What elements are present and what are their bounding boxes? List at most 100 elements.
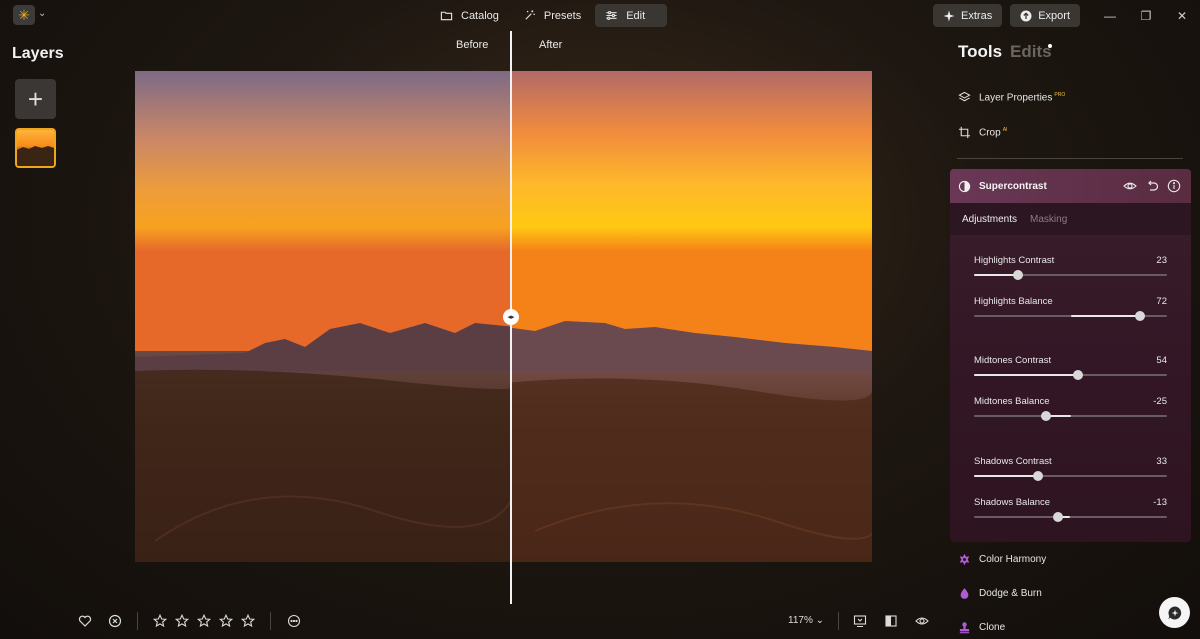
tab-presets[interactable]: Presets [513,4,591,27]
tools-divider [957,158,1183,159]
reject-circle-icon [108,614,122,628]
layers-title: Layers [12,45,64,62]
rating-star-5[interactable] [240,613,256,629]
info-icon[interactable] [1167,179,1181,193]
slider-highlights-contrast[interactable]: Highlights Contrast 23 [974,255,1167,281]
eye-icon[interactable] [1123,179,1137,193]
rating-star-1[interactable] [152,613,168,629]
pro-badge: PRO [1054,91,1066,98]
after-label: After [539,39,563,51]
undo-icon[interactable] [1145,179,1159,193]
slider-label: Highlights Contrast [974,255,1055,266]
app-logo-button[interactable]: ✳ [13,5,35,25]
tab-catalog-label: Catalog [461,9,499,22]
maximize-button[interactable]: ❐ [1128,4,1164,27]
tab-tools[interactable]: Tools [958,42,1002,62]
subtab-adjustments[interactable]: Adjustments [962,214,1017,225]
slider-knob[interactable] [1052,512,1063,522]
sun-logo-icon: ✳ [18,6,30,23]
crop-icon [958,126,971,139]
slider-knob[interactable] [1041,411,1052,421]
chevron-down-icon[interactable]: ⌄ [38,8,46,19]
heart-icon [78,615,92,627]
export-label: Export [1038,9,1070,22]
eye-icon [915,617,929,625]
chat-sparkle-icon [1167,605,1181,619]
close-button[interactable]: ✕ [1164,4,1200,27]
slider-shadows-balance[interactable]: Shadows Balance -13 [974,497,1167,523]
compare-button[interactable] [883,613,899,629]
slider-value: 23 [1156,255,1167,266]
slider-midtones-contrast[interactable]: Midtones Contrast 54 [974,355,1167,381]
tool-clone[interactable]: Clone [958,621,1005,634]
before-label: Before [456,39,489,51]
slider-fill [974,374,1079,376]
slider-shadows-contrast[interactable]: Shadows Contrast 33 [974,456,1167,482]
zoom-value: 117% [788,615,813,626]
slider-value: 54 [1156,355,1167,366]
color-harmony-icon [959,553,970,566]
layer-thumbnail[interactable] [15,128,56,168]
star-icon [219,614,233,628]
supercontrast-subtabs: Adjustments Masking [950,203,1191,235]
rating-star-4[interactable] [218,613,234,629]
slider-value: 33 [1156,456,1167,467]
top-bar: ✳ ⌄ Catalog Presets Edit Extras Export —… [0,0,1200,31]
tool-layer-properties[interactable]: Layer Properties PRO [958,91,1065,104]
separator [838,612,839,630]
edits-indicator-dot [1048,44,1052,48]
slider-highlights-balance[interactable]: Highlights Balance 72 [974,296,1167,322]
export-button[interactable]: Export [1010,4,1080,27]
mode-tabs: Catalog Presets Edit [430,4,668,27]
tool-color-harmony-label: Color Harmony [979,554,1047,565]
slider-knob[interactable] [1013,270,1024,280]
preview-button[interactable] [914,613,930,629]
slider-label: Midtones Contrast [974,355,1052,366]
layer-thumbnail-image [17,146,54,166]
star-icon [153,614,167,628]
chat-assistant-button[interactable] [1159,597,1190,628]
slider-knob[interactable] [1073,370,1084,380]
slider-knob[interactable] [1032,471,1043,481]
more-circle-icon [287,614,301,628]
chevron-down-icon: ⌄ [815,615,825,626]
star-icon [175,614,189,628]
ai-badge: AI [1002,126,1008,133]
more-options-button[interactable] [286,613,302,629]
extras-label: Extras [961,9,993,22]
tab-catalog[interactable]: Catalog [430,4,509,27]
reject-button[interactable] [107,613,123,629]
layers-icon [958,91,971,102]
plus-icon: + [27,83,44,114]
slider-knob[interactable] [1134,311,1145,321]
magic-wand-icon [525,10,535,20]
subtab-masking[interactable]: Masking [1030,214,1067,225]
slider-value: -13 [1153,497,1167,508]
rating-star-2[interactable] [174,613,190,629]
add-layer-button[interactable]: + [15,79,56,119]
tool-clone-label: Clone [979,622,1006,633]
tool-dodge-burn-label: Dodge & Burn [979,588,1042,599]
tool-dodge-burn[interactable]: Dodge & Burn [958,587,1042,600]
star-icon [241,614,255,628]
tool-layer-properties-label: Layer Properties [979,92,1053,104]
tool-color-harmony[interactable]: Color Harmony [958,553,1046,566]
fit-screen-button[interactable] [852,613,868,629]
slider-track[interactable] [974,516,1167,518]
minimize-button[interactable]: — [1092,4,1128,27]
divider-handle[interactable]: ◂▸ [503,309,519,325]
supercontrast-header[interactable]: Supercontrast [950,169,1191,203]
tab-edit[interactable]: Edit [595,4,668,27]
rating-star-3[interactable] [196,613,212,629]
zoom-select[interactable]: 117% ⌄ [788,615,824,626]
slider-midtones-balance[interactable]: Midtones Balance -25 [974,396,1167,422]
extras-button[interactable]: Extras [933,4,1003,27]
tab-edits[interactable]: Edits [1010,42,1052,62]
slider-track[interactable] [974,415,1167,417]
tool-crop[interactable]: Crop AI [958,126,1007,139]
slider-label: Highlights Balance [974,296,1053,307]
tab-edit-label: Edit [626,9,646,22]
supercontrast-panel: Supercontrast Adjustments Masking Highli… [950,169,1191,542]
favorite-button[interactable] [77,613,93,629]
supercontrast-title: Supercontrast [979,180,1047,192]
